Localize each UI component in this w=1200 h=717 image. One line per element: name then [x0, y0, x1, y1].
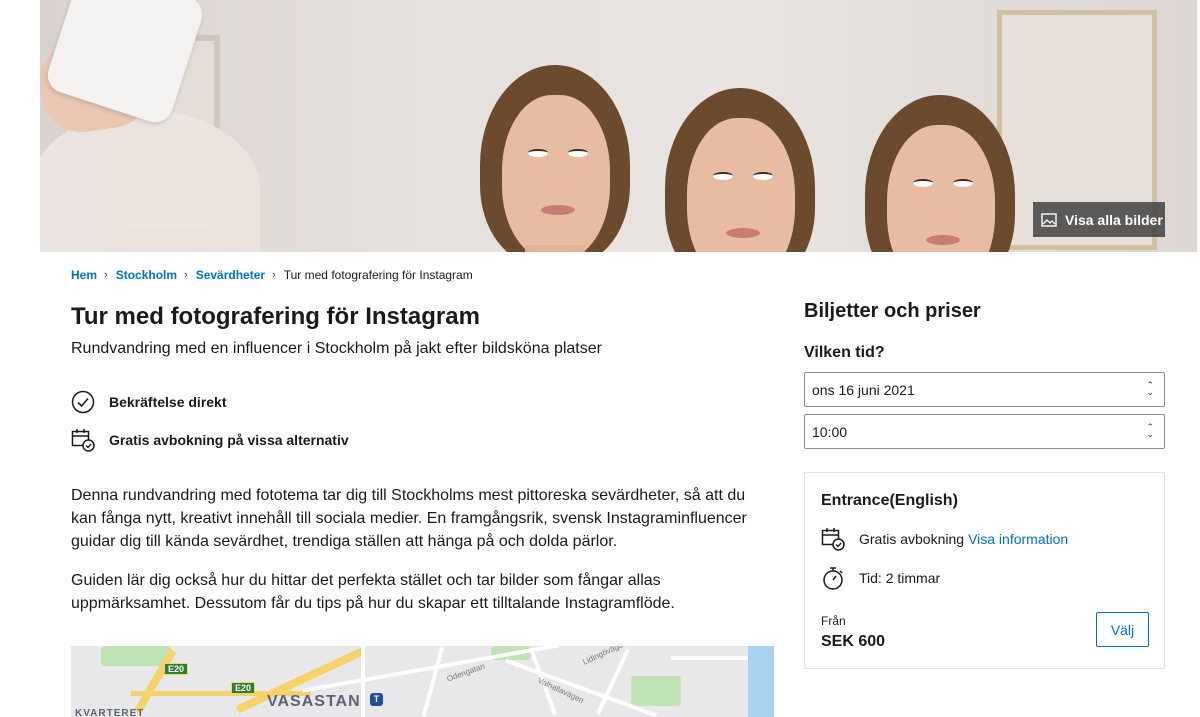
image-icon	[1041, 212, 1057, 227]
calendar-check-icon	[821, 527, 845, 551]
chevron-right-icon: ›	[184, 269, 188, 281]
ticket-price: SEK 600	[821, 633, 886, 650]
breadcrumb: Hem › Stockholm › Sevärdheter › Tur med …	[71, 268, 473, 282]
location-map[interactable]: E20 E20 VASASTAN KVARTERET T Odengatan V…	[71, 646, 774, 717]
breadcrumb-current: Tur med fotografering för Instagram	[283, 268, 473, 282]
ticket-card: Entrance(English) Gratis avbokning Visa …	[804, 472, 1165, 669]
duration-label: Tid: 2 timmar	[859, 570, 941, 586]
hero-image	[40, 0, 1197, 252]
description-paragraph: Guiden lär dig också hur du hittar det p…	[71, 572, 675, 612]
ticket-name: Entrance(English)	[821, 492, 958, 509]
breadcrumb-home[interactable]: Hem	[71, 268, 97, 282]
view-information-link[interactable]: Visa information	[968, 531, 1068, 547]
highway-shield: E20	[164, 663, 189, 675]
description-paragraph: Denna rundvandring med fototema tar dig …	[71, 487, 747, 550]
tickets-heading: Biljetter och priser	[804, 300, 981, 322]
stopwatch-icon	[821, 566, 845, 590]
breadcrumb-stockholm[interactable]: Stockholm	[116, 268, 177, 282]
date-select-value: ons 16 juni 2021	[812, 381, 915, 398]
chevron-updown-icon: ⌃ ⌄	[1146, 380, 1154, 397]
breadcrumb-attractions[interactable]: Sevärdheter	[196, 268, 265, 282]
calendar-check-icon	[71, 428, 95, 452]
feature-label: Gratis avbokning på vissa alternativ	[109, 432, 349, 448]
map-district-label: VASASTAN	[267, 693, 361, 710]
time-select[interactable]: 10:00 ⌃ ⌄	[804, 414, 1165, 449]
chevron-right-icon: ›	[272, 269, 276, 281]
select-ticket-button[interactable]: Välj	[1096, 612, 1149, 647]
feature-free-cancellation: Gratis avbokning på vissa alternativ	[71, 428, 349, 452]
feature-label: Bekräftelse direkt	[109, 394, 227, 410]
cancellation-label: Gratis avbokning	[859, 531, 965, 547]
view-all-photos-button[interactable]: Visa alla bilder	[1033, 202, 1165, 237]
time-question: Vilken tid?	[804, 344, 885, 361]
date-select[interactable]: ons 16 juni 2021 ⌃ ⌄	[804, 372, 1165, 407]
metro-icon: T	[370, 693, 383, 706]
highway-shield: E20	[231, 682, 256, 694]
water-area	[748, 646, 774, 717]
price-from-label: Från	[821, 614, 846, 628]
map-area-label: KVARTERET	[75, 708, 145, 717]
chevron-right-icon: ›	[104, 269, 108, 281]
ticket-cancellation: Gratis avbokning Visa information	[821, 527, 1068, 551]
page-subtitle: Rundvandring med en influencer i Stockho…	[71, 340, 602, 357]
time-select-value: 10:00	[812, 423, 848, 440]
feature-instant-confirmation: Bekräftelse direkt	[71, 390, 227, 414]
ticket-duration: Tid: 2 timmar	[821, 566, 940, 590]
page-title: Tur med fotografering för Instagram	[71, 303, 480, 330]
view-all-photos-label: Visa alla bilder	[1065, 211, 1163, 228]
chevron-updown-icon: ⌃ ⌄	[1146, 422, 1154, 439]
check-circle-icon	[71, 390, 95, 414]
